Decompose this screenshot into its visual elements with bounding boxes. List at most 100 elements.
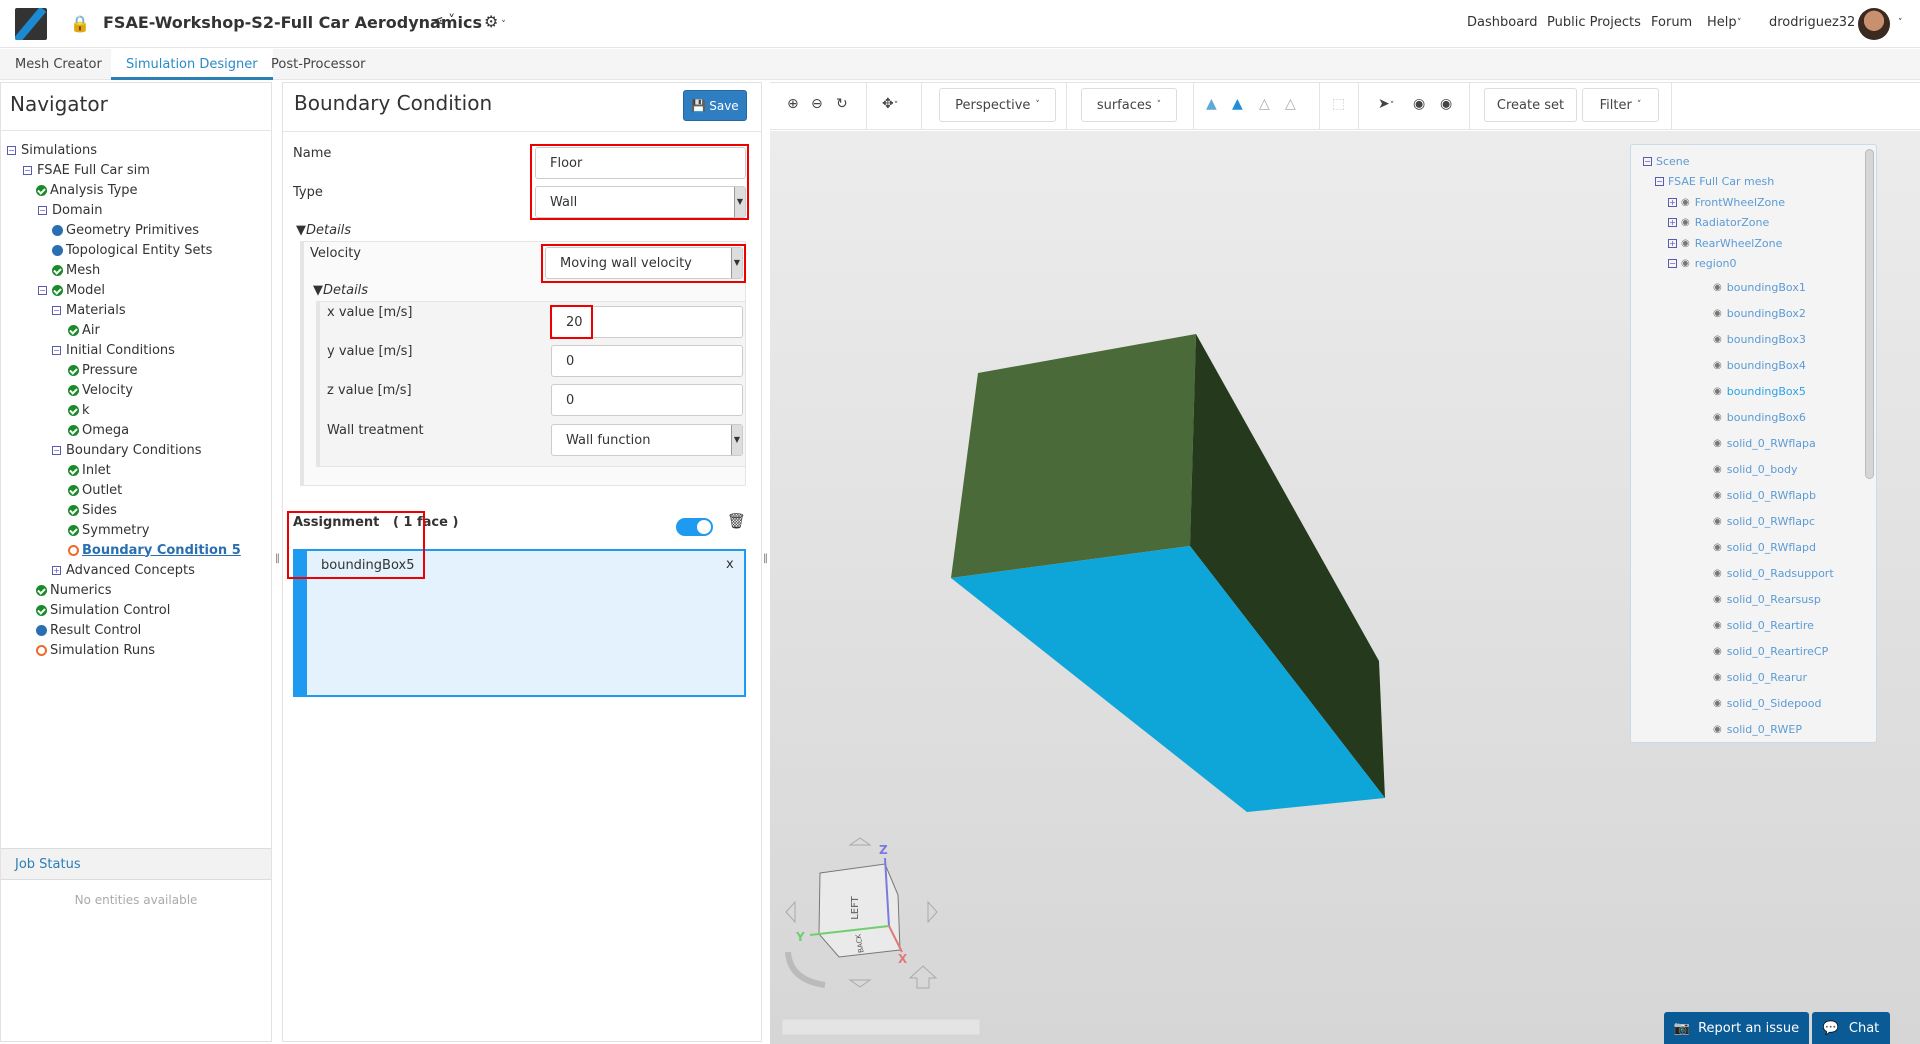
scrollbar[interactable]	[1865, 149, 1874, 479]
collapse-icon[interactable]: −	[38, 205, 47, 215]
tree-item-domain[interactable]: − Domain	[1, 200, 271, 220]
rotate-down-arrow-icon[interactable]	[848, 979, 872, 988]
home-icon[interactable]	[908, 965, 938, 989]
tab-simulation-designer[interactable]: Simulation Designer	[111, 49, 273, 80]
assignment-list[interactable]: boundingBox5 x	[293, 549, 746, 697]
chat-button[interactable]: 💬 Chat	[1812, 1012, 1890, 1044]
tree-item-pressure[interactable]: Pressure	[1, 360, 271, 380]
tree-item-velocity[interactable]: Velocity	[1, 380, 271, 400]
tree-item-sides[interactable]: Sides	[1, 500, 271, 520]
tree-item-simulation-runs[interactable]: Simulation Runs	[1, 640, 271, 660]
projection-dropdown[interactable]: Perspective ˅	[939, 88, 1056, 122]
nav-dashboard[interactable]: Dashboard	[1467, 15, 1538, 30]
filter-dropdown[interactable]: Filter ˅	[1582, 88, 1659, 122]
scene-item-solid-0-rwflapd[interactable]: ◉ solid_0_RWflapd	[1631, 534, 1856, 560]
simscale-logo[interactable]	[15, 8, 47, 40]
tree-item-topological-entity-sets[interactable]: Topological Entity Sets	[1, 240, 271, 260]
tree-item-fsae-full-car-sim[interactable]: − FSAE Full Car sim	[1, 160, 271, 180]
tree-item-advanced-concepts[interactable]: + Advanced Concepts	[1, 560, 271, 580]
tree-item-outlet[interactable]: Outlet	[1, 480, 271, 500]
type-select[interactable]: Wall ▼	[535, 186, 746, 218]
tree-item-boundary-conditions[interactable]: − Boundary Conditions	[1, 440, 271, 460]
view-solid-edges-icon[interactable]: ▲	[1232, 96, 1243, 112]
velocity-select[interactable]: Moving wall velocity ▼	[545, 247, 743, 279]
tree-item-mesh[interactable]: Mesh	[1, 260, 271, 280]
share-icon[interactable]: ⋖ ˅	[432, 13, 455, 29]
avatar[interactable]	[1858, 8, 1890, 40]
eye-icon[interactable]: ◉	[1440, 96, 1452, 112]
scene-item-scene[interactable]: − Scene	[1631, 151, 1856, 172]
save-button[interactable]: 💾 Save	[683, 90, 747, 121]
gear-icon[interactable]: ⚙ ˅	[484, 12, 506, 31]
chevron-down-icon[interactable]: ˅	[1737, 18, 1742, 28]
cursor-icon[interactable]: ➤˅	[1378, 96, 1394, 112]
x-value-input[interactable]: 20	[551, 306, 743, 338]
assigned-entity[interactable]: boundingBox5	[321, 558, 414, 573]
eye-icon[interactable]: ◉	[1713, 464, 1722, 475]
collapse-icon[interactable]: −	[1643, 156, 1652, 166]
rotate-right-arrow-icon[interactable]	[927, 900, 938, 924]
scene-item-solid-0-rwep[interactable]: ◉ solid_0_RWEP	[1631, 716, 1856, 742]
tab-mesh-creator[interactable]: Mesh Creator	[0, 49, 117, 80]
eye-icon[interactable]: ◉	[1681, 197, 1690, 208]
view-cube[interactable]: LEFT BACK Z Y X	[770, 820, 990, 1044]
scene-item-solid-0-rearur[interactable]: ◉ solid_0_Rearur	[1631, 664, 1856, 690]
y-value-input[interactable]: 0	[551, 345, 743, 377]
tree-item-air[interactable]: Air	[1, 320, 271, 340]
collapse-icon[interactable]: −	[7, 145, 16, 155]
eye-slash-icon[interactable]: ◉	[1413, 96, 1425, 112]
eye-icon[interactable]: ◉	[1713, 672, 1722, 683]
eye-icon[interactable]: ◉	[1713, 412, 1722, 423]
move-icon[interactable]: ✥˅	[882, 96, 898, 112]
eye-icon[interactable]: ◉	[1713, 646, 1722, 657]
collapse-icon[interactable]: −	[52, 305, 61, 315]
expand-icon[interactable]: +	[1668, 238, 1677, 248]
scene-item-boundingbox6[interactable]: ◉ boundingBox6	[1631, 404, 1856, 430]
tree-item-simulations[interactable]: − Simulations	[1, 140, 271, 160]
chevron-down-icon[interactable]: ˅	[1898, 18, 1903, 28]
collapse-icon[interactable]: −	[1655, 177, 1664, 187]
tree-item-result-control[interactable]: Result Control	[1, 620, 271, 640]
render-mode-dropdown[interactable]: surfaces ˅	[1081, 88, 1177, 122]
eye-icon[interactable]: ◉	[1713, 620, 1722, 631]
details-toggle[interactable]: ▼Details	[296, 223, 351, 238]
tree-item-simulation-control[interactable]: Simulation Control	[1, 600, 271, 620]
scene-item-solid-0-rwflapa[interactable]: ◉ solid_0_RWflapa	[1631, 430, 1856, 456]
tree-item-omega[interactable]: Omega	[1, 420, 271, 440]
tree-item-model[interactable]: − Model	[1, 280, 271, 300]
eye-icon[interactable]: ◉	[1713, 438, 1722, 449]
eye-icon[interactable]: ◉	[1713, 516, 1722, 527]
eye-icon[interactable]: ◉	[1713, 568, 1722, 579]
eye-icon[interactable]: ◉	[1681, 258, 1690, 269]
collapse-icon[interactable]: −	[38, 285, 47, 295]
rotate-left-arrow-icon[interactable]	[785, 900, 796, 924]
tree-item-numerics[interactable]: Numerics	[1, 580, 271, 600]
view-points-icon[interactable]: △	[1285, 96, 1296, 112]
create-set-button[interactable]: Create set	[1484, 88, 1577, 122]
expand-icon[interactable]: +	[1668, 197, 1677, 207]
username[interactable]: drodriguez32	[1769, 15, 1855, 30]
tree-item-boundary-condition-5[interactable]: Boundary Condition 5	[1, 540, 271, 560]
eye-icon[interactable]: ◉	[1713, 594, 1722, 605]
tree-item-k[interactable]: k	[1, 400, 271, 420]
scene-item-boundingbox3[interactable]: ◉ boundingBox3	[1631, 326, 1856, 352]
assignment-toggle[interactable]	[676, 518, 713, 536]
scene-item-solid-0-rearsusp[interactable]: ◉ solid_0_Rearsusp	[1631, 586, 1856, 612]
name-input[interactable]: Floor	[535, 147, 746, 179]
box-top-face[interactable]	[951, 334, 1196, 578]
eye-icon[interactable]: ◉	[1713, 698, 1722, 709]
scene-item-region0[interactable]: − ◉ region0	[1631, 254, 1856, 275]
tree-item-symmetry[interactable]: Symmetry	[1, 520, 271, 540]
collapse-icon[interactable]: −	[52, 345, 61, 355]
eye-icon[interactable]: ◉	[1713, 308, 1722, 319]
details-toggle[interactable]: ▼Details	[313, 283, 368, 298]
cube-face-left[interactable]: LEFT	[850, 895, 861, 919]
nav-public-projects[interactable]: Public Projects	[1547, 15, 1641, 30]
tree-item-inlet[interactable]: Inlet	[1, 460, 271, 480]
wall-treatment-select[interactable]: Wall function ▼	[551, 424, 743, 456]
scene-item-fsae-full-car-mesh[interactable]: − FSAE Full Car mesh	[1631, 172, 1856, 193]
z-value-input[interactable]: 0	[551, 384, 743, 416]
eye-icon[interactable]: ◉	[1713, 282, 1722, 293]
refresh-icon[interactable]: ↻	[836, 96, 848, 112]
scene-item-solid-0-body[interactable]: ◉ solid_0_body	[1631, 456, 1856, 482]
